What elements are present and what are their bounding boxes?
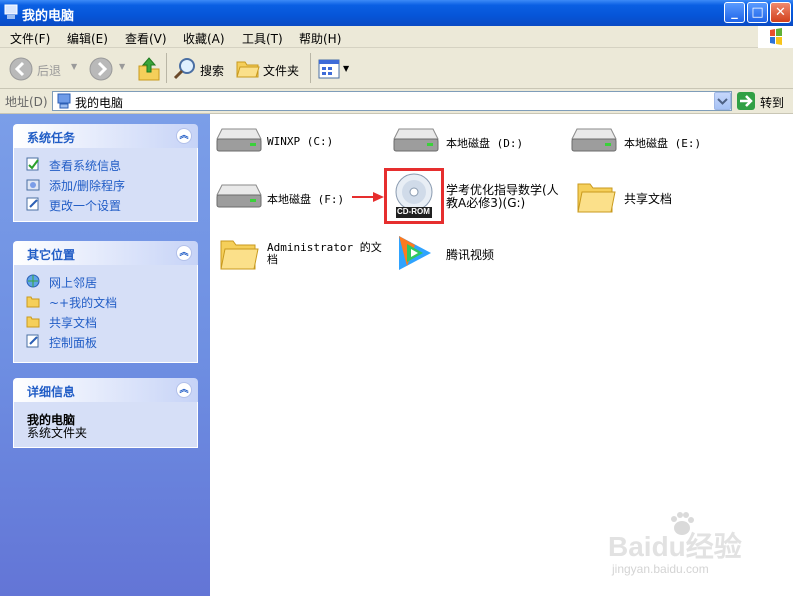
system-tasks-title: 系统任务	[27, 131, 76, 145]
tencent-video-icon[interactable]	[393, 232, 435, 274]
go-button-label[interactable]: 转到	[760, 94, 784, 111]
back-arrow-icon[interactable]	[9, 57, 33, 81]
drive-c-label[interactable]: WINXP (C:)	[267, 135, 333, 148]
maximize-button[interactable]: □	[747, 2, 768, 23]
forward-dropdown-icon[interactable]: ▼	[119, 62, 125, 71]
admin-documents-label-line1: Administrator 的文	[267, 241, 382, 254]
address-value: 我的电脑	[75, 96, 124, 110]
my-computer-icon	[4, 4, 18, 19]
my-computer-icon	[57, 93, 71, 109]
search-button-label[interactable]: 搜索	[200, 62, 224, 79]
title-bar[interactable]	[0, 0, 793, 26]
hard-disk-icon[interactable]	[216, 183, 262, 209]
folders-icon[interactable]	[236, 57, 260, 79]
menu-favorites[interactable]: 收藏(A)	[183, 30, 225, 47]
details-title: 详细信息	[27, 385, 76, 399]
menu-help[interactable]: 帮助(H)	[299, 30, 341, 47]
minimize-icon: _	[731, 5, 738, 20]
baidu-watermark: Baidu经验	[608, 531, 742, 562]
views-dropdown-icon[interactable]: ▼	[343, 64, 349, 73]
forward-arrow-icon[interactable]	[89, 57, 113, 81]
admin-documents-label-line2: 档	[267, 253, 278, 266]
address-label: 地址(D)	[5, 95, 48, 109]
tencent-video-label[interactable]: 腾讯视频	[446, 246, 494, 263]
change-setting-link[interactable]: 更改一个设置	[49, 197, 121, 214]
shared-folder-icon[interactable]	[576, 178, 616, 214]
go-arrow-icon[interactable]	[737, 92, 755, 110]
address-input[interactable]	[52, 91, 732, 111]
drive-e-label[interactable]: 本地磁盘 (E:)	[624, 135, 701, 151]
admin-documents-label[interactable]: Administrator 的文 档	[267, 242, 382, 266]
control-panel-icon	[26, 334, 39, 348]
close-icon: ✕	[775, 5, 786, 20]
add-remove-programs-link[interactable]: 添加/删除程序	[49, 177, 125, 194]
drive-g-label-line2: 教A必修3)(G:)	[446, 196, 526, 210]
folder-icon[interactable]	[219, 235, 259, 271]
maximize-icon: □	[751, 5, 764, 20]
my-documents-icon	[26, 296, 40, 308]
system-info-icon	[26, 157, 39, 171]
up-folder-icon[interactable]	[137, 56, 161, 82]
collapse-chevron-icon[interactable]: ︽	[176, 382, 192, 398]
change-setting-icon	[26, 197, 39, 211]
drive-f-label[interactable]: 本地磁盘 (F:)	[267, 191, 344, 207]
close-button[interactable]: ✕	[770, 2, 791, 23]
other-places-title: 其它位置	[27, 248, 76, 262]
toolbar-separator	[166, 53, 167, 83]
red-arrow-annotation-icon	[352, 192, 384, 202]
back-dropdown-icon[interactable]: ▼	[71, 62, 77, 71]
my-documents-link[interactable]: ~+我的文档	[49, 294, 117, 311]
menu-file[interactable]: 文件(F)	[10, 30, 50, 47]
menu-tools[interactable]: 工具(T)	[242, 30, 283, 47]
details-description: 系统文件夹	[27, 426, 88, 440]
folders-button-label[interactable]: 文件夹	[263, 62, 299, 79]
baidu-watermark-url: jingyan.baidu.com	[612, 562, 709, 576]
hard-disk-icon[interactable]	[571, 127, 617, 153]
views-icon[interactable]	[318, 58, 342, 80]
hard-disk-icon[interactable]	[216, 127, 262, 153]
other-places-body	[13, 265, 198, 363]
hard-disk-icon[interactable]	[393, 127, 439, 153]
chevron-down-icon	[717, 98, 728, 105]
collapse-chevron-icon[interactable]: ︽	[176, 128, 192, 144]
network-places-icon	[26, 274, 40, 288]
back-button-label[interactable]: 后退	[37, 62, 61, 79]
collapse-chevron-icon[interactable]: ︽	[176, 245, 192, 261]
add-remove-programs-icon	[26, 179, 40, 191]
drive-d-label[interactable]: 本地磁盘 (D:)	[446, 135, 523, 151]
network-places-link[interactable]: 网上邻居	[49, 274, 97, 291]
search-icon[interactable]	[173, 57, 197, 81]
window-title: 我的电脑	[22, 9, 75, 24]
view-system-info-link[interactable]: 查看系统信息	[49, 157, 121, 174]
toolbar-separator	[310, 53, 311, 83]
menu-view[interactable]: 查看(V)	[125, 30, 167, 47]
windows-flag-icon	[770, 28, 782, 45]
drive-g-label[interactable]: 学考优化指导数学(人 教A必修3)(G:)	[446, 184, 571, 210]
menu-edit[interactable]: 编辑(E)	[67, 30, 108, 47]
control-panel-link[interactable]: 控制面板	[49, 334, 97, 351]
shared-documents-icon	[26, 316, 40, 328]
address-dropdown-button[interactable]	[714, 92, 731, 110]
windows-logo	[758, 26, 793, 48]
shared-documents-label[interactable]: 共享文档	[624, 190, 672, 207]
minimize-button[interactable]: _	[724, 2, 745, 23]
highlight-box	[384, 168, 444, 224]
menu-bar	[0, 26, 793, 48]
shared-documents-link[interactable]: 共享文档	[49, 314, 97, 331]
